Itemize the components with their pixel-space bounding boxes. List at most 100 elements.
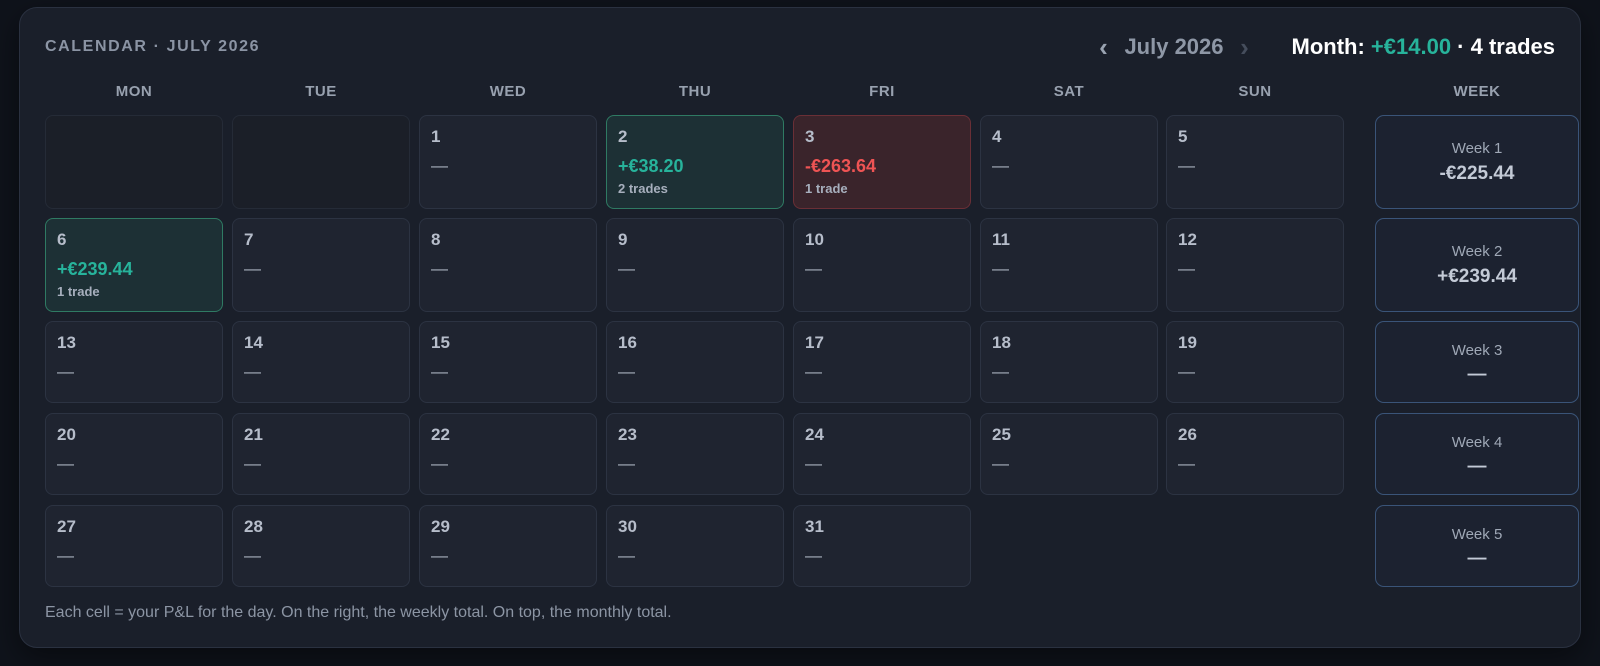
- week-total: —: [1467, 364, 1487, 385]
- day-cell[interactable]: 23 —: [606, 413, 784, 495]
- day-number: 21: [244, 425, 263, 444]
- day-trade-count: 1 trade: [57, 284, 100, 299]
- day-number: 18: [992, 333, 1011, 352]
- day-cell[interactable]: 5—: [1166, 115, 1344, 209]
- calendar-grid: 1—2 +€38.20 2 trades 3 -€263.64 1 trade 4—5— We…: [45, 115, 1579, 587]
- day-cell[interactable]: 24 —: [793, 413, 971, 495]
- day-cell[interactable]: 30 —: [606, 505, 784, 587]
- day-pnl-empty: —: [618, 454, 635, 473]
- chevron-left-icon[interactable]: ‹: [1090, 34, 1116, 60]
- month-label: July 2026: [1124, 34, 1224, 59]
- week-label: Week 4: [1451, 434, 1503, 451]
- week-total-cell[interactable]: Week 4 —: [1375, 413, 1579, 495]
- day-number: 15: [431, 333, 450, 352]
- chevron-right-icon[interactable]: ›: [1232, 34, 1258, 60]
- day-cell[interactable]: 12 —: [1166, 218, 1344, 312]
- day-pnl-empty: —: [431, 156, 448, 175]
- week-label: Week 3: [1451, 342, 1503, 359]
- day-cell[interactable]: 31 —: [793, 505, 971, 587]
- day-pnl-empty: —: [244, 259, 261, 278]
- day-number: 26: [1178, 425, 1197, 444]
- day-number: 17: [805, 333, 824, 352]
- week-total: —: [1467, 456, 1487, 477]
- week-total: +€239.44: [1437, 266, 1517, 287]
- weekday-header: SAT: [1053, 83, 1085, 100]
- day-cell[interactable]: 4—: [980, 115, 1158, 209]
- weekday-header: SUN: [1238, 83, 1272, 100]
- day-cell[interactable]: 26 —: [1166, 413, 1344, 495]
- weekday-header: FRI: [869, 83, 895, 100]
- day-cell[interactable]: 11 —: [980, 218, 1158, 312]
- week-total-cell[interactable]: Week 5 —: [1375, 505, 1579, 587]
- day-cell[interactable]: 14 —: [232, 321, 410, 403]
- day-number: 3: [805, 127, 815, 146]
- day-number: 14: [244, 333, 263, 352]
- day-pnl-empty: —: [431, 259, 448, 278]
- day-cell[interactable]: 7—: [232, 218, 410, 312]
- day-cell[interactable]: 16 —: [606, 321, 784, 403]
- day-cell[interactable]: 15 —: [419, 321, 597, 403]
- day-cell[interactable]: 6 +€239.44 1 trade: [45, 218, 223, 312]
- day-cell[interactable]: 17 —: [793, 321, 971, 403]
- day-pnl-empty: —: [431, 454, 448, 473]
- day-number: 27: [57, 517, 76, 536]
- day-pnl-empty: —: [57, 546, 74, 565]
- header-controls: ‹ July 2026 › Month: +€14.00 · 4 trades: [1090, 34, 1555, 60]
- week-total-cell[interactable]: Week 1 -€225.44: [1375, 115, 1579, 209]
- week-total-cell[interactable]: Week 2 +€239.44: [1375, 218, 1579, 312]
- weekday-header: WED: [489, 83, 527, 100]
- day-cell[interactable]: 21 —: [232, 413, 410, 495]
- week-total: —: [1467, 548, 1487, 569]
- day-pnl-empty: —: [1178, 259, 1195, 278]
- day-pnl-empty: —: [431, 362, 448, 381]
- day-cell[interactable]: 29 —: [419, 505, 597, 587]
- day-cell[interactable]: 28 —: [232, 505, 410, 587]
- day-pnl-empty: —: [244, 546, 261, 565]
- day-pnl-empty: —: [244, 362, 261, 381]
- day-number: 30: [618, 517, 637, 536]
- day-pnl-empty: —: [618, 546, 635, 565]
- day-cell[interactable]: 13 —: [45, 321, 223, 403]
- day-pnl-empty: —: [992, 362, 1009, 381]
- day-pnl-empty: —: [244, 454, 261, 473]
- weekday-header: MON: [115, 83, 153, 100]
- day-cell[interactable]: 27 —: [45, 505, 223, 587]
- day-cell[interactable]: 22 —: [419, 413, 597, 495]
- day-number: 16: [618, 333, 637, 352]
- month-summary-trades: · 4 trades: [1451, 34, 1555, 59]
- day-number: 29: [431, 517, 450, 536]
- weekday-header: TUE: [305, 83, 337, 100]
- day-number: 13: [57, 333, 76, 352]
- day-cell[interactable]: 9—: [606, 218, 784, 312]
- day-cell[interactable]: 25 —: [980, 413, 1158, 495]
- week-label: Week 2: [1451, 243, 1503, 260]
- day-pnl-empty: —: [1178, 454, 1195, 473]
- day-number: 31: [805, 517, 824, 536]
- week-total: -€225.44: [1439, 163, 1515, 184]
- day-pnl: +€38.20: [618, 156, 684, 176]
- day-number: 19: [1178, 333, 1197, 352]
- day-number: 5: [1178, 127, 1188, 146]
- day-cell[interactable]: 3 -€263.64 1 trade: [793, 115, 971, 209]
- day-pnl-empty: —: [805, 362, 822, 381]
- day-cell[interactable]: 1—: [419, 115, 597, 209]
- day-pnl-empty: —: [805, 259, 822, 278]
- day-number: 24: [805, 425, 824, 444]
- day-number: 20: [57, 425, 76, 444]
- day-cell[interactable]: 20 —: [45, 413, 223, 495]
- day-cell[interactable]: 10 —: [793, 218, 971, 312]
- week-column-header: WEEK: [1453, 83, 1501, 100]
- day-number: 4: [992, 127, 1002, 146]
- day-number: 12: [1178, 230, 1197, 249]
- day-cell[interactable]: 2 +€38.20 2 trades: [606, 115, 784, 209]
- day-cell[interactable]: 19 —: [1166, 321, 1344, 403]
- day-cell[interactable]: 8—: [419, 218, 597, 312]
- week-total-cell[interactable]: Week 3 —: [1375, 321, 1579, 403]
- day-number: 1: [431, 127, 441, 146]
- day-number: 22: [431, 425, 450, 444]
- day-number: 2: [618, 127, 628, 146]
- day-cell[interactable]: 18 —: [980, 321, 1158, 403]
- day-pnl-empty: —: [992, 454, 1009, 473]
- day-number: 7: [244, 230, 254, 249]
- day-pnl-empty: —: [992, 259, 1009, 278]
